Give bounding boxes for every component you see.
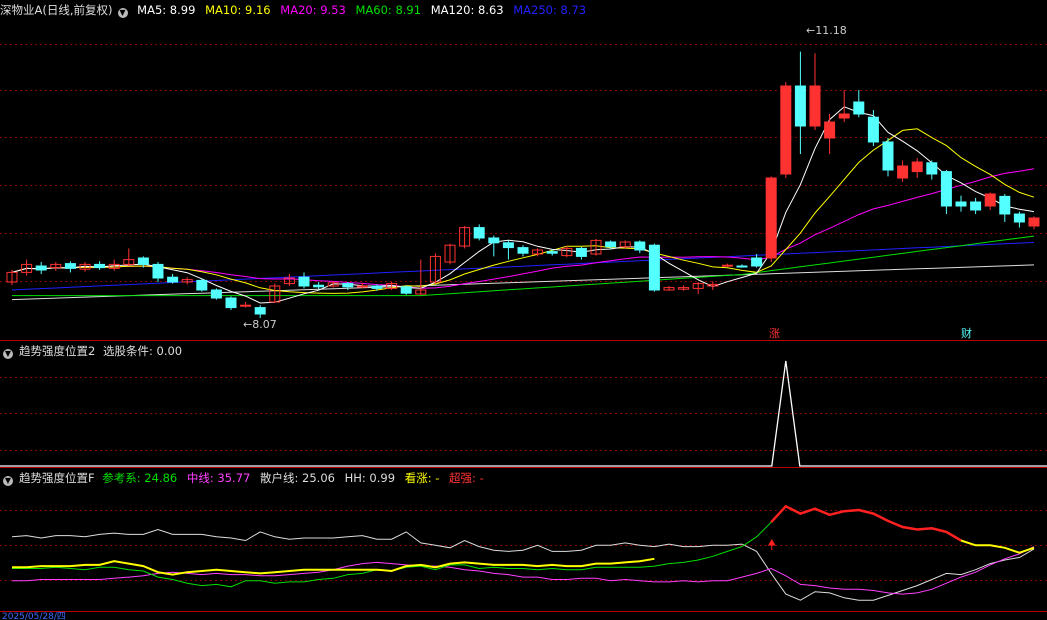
candle <box>400 286 412 294</box>
select-condition-line <box>0 360 1047 467</box>
candle <box>1028 217 1040 227</box>
candle <box>35 265 47 271</box>
candle <box>473 227 485 239</box>
panel2-title: 趋势强度位置2 <box>19 344 96 358</box>
candle <box>546 251 558 254</box>
candle <box>940 171 952 207</box>
candle <box>794 85 806 127</box>
super-strong-line <box>770 504 962 542</box>
chevron-down-icon[interactable]: ▼ <box>3 349 13 359</box>
candle <box>298 276 310 287</box>
bullish-line <box>12 557 655 576</box>
candle <box>926 162 938 175</box>
select-condition-label: 选股条件: 0.00 <box>102 344 183 358</box>
candle <box>225 297 237 309</box>
candle <box>210 289 222 299</box>
candle <box>152 263 164 279</box>
candle <box>575 247 587 257</box>
hh-label: HH: 0.99 <box>344 471 396 485</box>
candle <box>240 304 252 307</box>
super-strong-label: 超强: - <box>449 471 484 485</box>
candle <box>838 113 850 119</box>
finance-flag[interactable]: 财 <box>961 328 972 340</box>
retail-line-label: 散户线: 25.06 <box>260 471 335 485</box>
date-axis: 2025/05/28/四 <box>0 612 1047 620</box>
candle <box>94 263 106 269</box>
candle <box>254 307 266 315</box>
candle <box>634 241 646 251</box>
candle <box>517 247 529 254</box>
reference-label: 参考系: 24.86 <box>102 471 178 485</box>
ma120-line <box>11 264 1035 301</box>
candle <box>970 201 982 211</box>
bullish-line <box>960 539 1035 554</box>
midline-line <box>12 546 1035 595</box>
rise-flag[interactable]: 涨 <box>769 328 780 340</box>
candle <box>853 101 865 115</box>
candle <box>502 242 514 249</box>
up-arrow-icon <box>767 539 776 550</box>
candle <box>137 257 149 265</box>
candle <box>196 279 208 291</box>
candle <box>356 285 368 288</box>
candle <box>736 265 748 268</box>
candle <box>313 284 325 288</box>
candle <box>809 85 821 127</box>
candle <box>605 241 617 248</box>
candle <box>999 195 1011 215</box>
midline-label: 中线: 35.77 <box>186 471 251 485</box>
candle <box>1013 213 1025 223</box>
panel3-title: 趋势强度位置F <box>19 471 95 485</box>
date-label: 2025/05/28/四 <box>2 612 66 620</box>
kline-chart[interactable] <box>0 0 1047 620</box>
low-price-label: ←8.07 <box>243 318 277 331</box>
candle <box>648 244 660 291</box>
candle <box>167 276 179 283</box>
bullish-label: 看涨: - <box>404 471 440 485</box>
candle <box>371 285 383 289</box>
candle <box>64 263 76 269</box>
candle <box>867 116 879 143</box>
candle <box>721 264 733 267</box>
chevron-down-icon[interactable]: ▼ <box>3 476 13 486</box>
candle <box>897 165 909 179</box>
candle <box>911 161 923 173</box>
candle <box>488 237 500 244</box>
candle <box>342 283 354 288</box>
panel3-header: ▼ 趋势强度位置F 参考系: 24.86 中线: 35.77 散户线: 25.06… <box>0 470 490 486</box>
candle <box>882 141 894 171</box>
candle <box>984 193 996 207</box>
candle <box>751 257 763 267</box>
candle <box>765 177 777 259</box>
panel2-header: ▼ 趋势强度位置2 选股条件: 0.00 <box>0 343 188 359</box>
candle <box>955 201 967 207</box>
candle <box>824 121 836 139</box>
candle <box>780 85 792 175</box>
high-price-label: ←11.18 <box>806 24 847 37</box>
